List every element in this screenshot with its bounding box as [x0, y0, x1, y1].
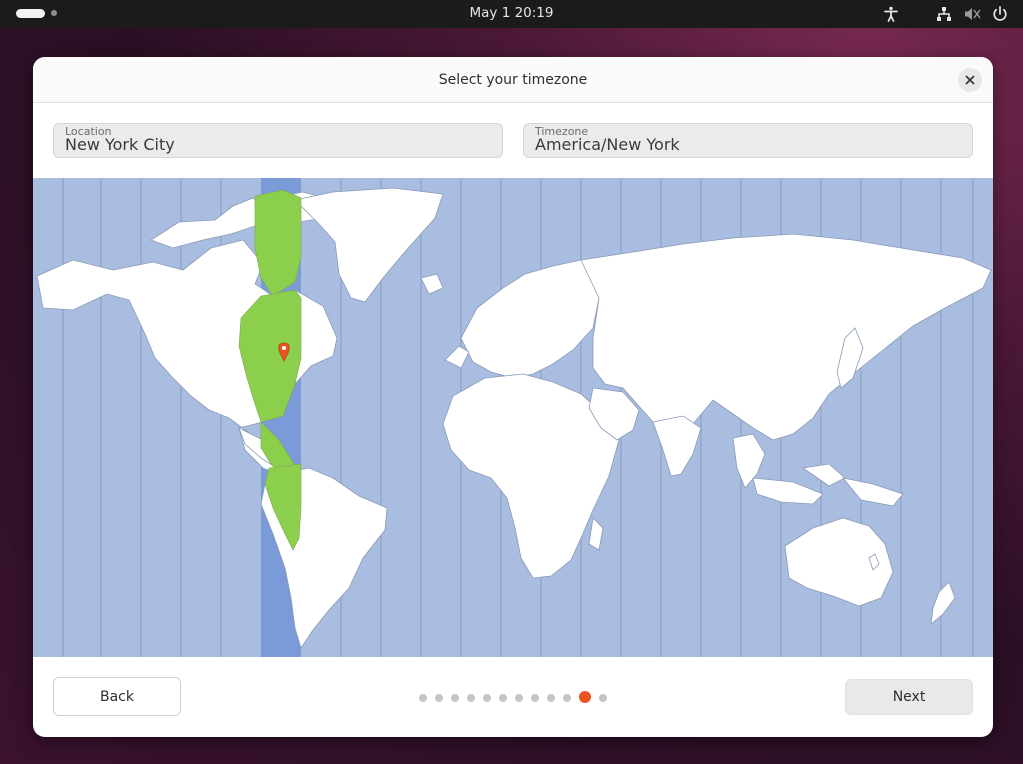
- timezone-map[interactable]: [33, 178, 993, 657]
- dialog-header: Select your timezone: [33, 57, 993, 103]
- progress-dot-current: [579, 691, 591, 703]
- location-field[interactable]: Location New York City: [53, 123, 503, 158]
- timezone-dialog: Select your timezone Location New York C…: [33, 57, 993, 737]
- progress-dot: [563, 694, 571, 702]
- timezone-field[interactable]: Timezone America/New York: [523, 123, 973, 158]
- progress-dot: [435, 694, 443, 702]
- timezone-value[interactable]: America/New York: [535, 135, 680, 154]
- progress-dot: [499, 694, 507, 702]
- close-button[interactable]: [958, 68, 982, 92]
- accessibility-icon[interactable]: [882, 5, 900, 23]
- progress-dot: [451, 694, 459, 702]
- next-button[interactable]: Next: [845, 679, 973, 715]
- close-icon: [965, 75, 975, 85]
- continents: [36, 187, 992, 649]
- back-button[interactable]: Back: [53, 677, 181, 716]
- progress-dot: [547, 694, 555, 702]
- clock[interactable]: May 1 20:19: [0, 5, 1023, 21]
- world-map[interactable]: [33, 178, 993, 657]
- power-icon[interactable]: [991, 5, 1009, 23]
- top-bar: May 1 20:19: [0, 0, 1023, 28]
- dialog-title: Select your timezone: [438, 72, 588, 88]
- network-icon[interactable]: [935, 5, 953, 23]
- progress-dot: [515, 694, 523, 702]
- progress-dot: [531, 694, 539, 702]
- progress-dot: [419, 694, 427, 702]
- progress-dot: [483, 694, 491, 702]
- location-value[interactable]: New York City: [65, 135, 175, 154]
- progress-dot: [599, 694, 607, 702]
- progress-dot: [467, 694, 475, 702]
- selected-zone-land: [238, 189, 302, 551]
- volume-muted-icon[interactable]: [963, 5, 981, 23]
